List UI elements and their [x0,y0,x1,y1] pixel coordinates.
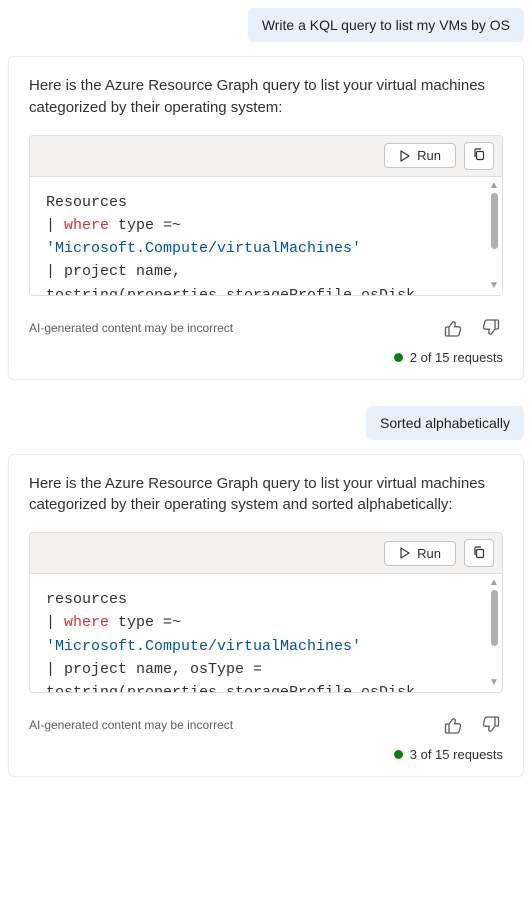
user-message-bubble: Write a KQL query to list my VMs by OS [248,8,524,42]
code-content[interactable]: resources | where type =~ 'Microsoft.Com… [30,574,502,692]
requests-count: 3 of 15 requests [410,747,503,762]
status-dot [394,353,403,362]
run-button-label: Run [417,546,441,561]
play-icon [399,150,411,162]
scroll-thumb[interactable] [491,193,498,249]
disclaimer-text: AI-generated content may be incorrect [29,718,233,732]
user-message-row: Write a KQL query to list my VMs by OS [8,8,524,42]
thumbs-up-icon [443,715,463,735]
thumbs-down-button[interactable] [479,316,503,340]
code-block: Run Resources | where type =~ 'Microsoft… [29,135,503,296]
assistant-text: Here is the Azure Resource Graph query t… [29,75,503,119]
assistant-card: Here is the Azure Resource Graph query t… [8,454,524,778]
scroll-thumb[interactable] [491,590,498,646]
run-button-label: Run [417,148,441,163]
requests-count: 2 of 15 requests [410,350,503,365]
assistant-text: Here is the Azure Resource Graph query t… [29,473,503,517]
status-dot [394,750,403,759]
scroll-down-icon: ▼ [489,678,499,688]
requests-row: 3 of 15 requests [29,747,503,762]
disclaimer-text: AI-generated content may be incorrect [29,321,233,335]
code-body-wrap: Resources | where type =~ 'Microsoft.Com… [30,177,502,295]
disclaimer-row: AI-generated content may be incorrect [29,316,503,340]
copy-icon [472,545,486,562]
scroll-up-icon: ▲ [489,181,499,191]
code-content[interactable]: Resources | where type =~ 'Microsoft.Com… [30,177,502,295]
user-message-text: Sorted alphabetically [380,415,510,431]
feedback-buttons [441,316,503,340]
play-icon [399,547,411,559]
code-header: Run [30,533,502,574]
code-body-wrap: resources | where type =~ 'Microsoft.Com… [30,574,502,692]
user-message-bubble: Sorted alphabetically [366,406,524,440]
copy-button[interactable] [464,142,494,170]
thumbs-up-button[interactable] [441,713,465,737]
copy-button[interactable] [464,539,494,567]
user-message-text: Write a KQL query to list my VMs by OS [262,17,510,33]
scrollbar[interactable]: ▲ ▼ [488,578,500,688]
scroll-up-icon: ▲ [489,578,499,588]
run-button[interactable]: Run [384,143,456,168]
requests-row: 2 of 15 requests [29,350,503,365]
code-block: Run resources | where type =~ 'Microsoft… [29,532,503,693]
disclaimer-row: AI-generated content may be incorrect [29,713,503,737]
thumbs-down-button[interactable] [479,713,503,737]
thumbs-up-button[interactable] [441,316,465,340]
run-button[interactable]: Run [384,541,456,566]
code-header: Run [30,136,502,177]
scrollbar[interactable]: ▲ ▼ [488,181,500,291]
thumbs-down-icon [481,318,501,338]
feedback-buttons [441,713,503,737]
user-message-row: Sorted alphabetically [8,406,524,440]
scroll-down-icon: ▼ [489,281,499,291]
assistant-card: Here is the Azure Resource Graph query t… [8,56,524,380]
copy-icon [472,147,486,164]
thumbs-up-icon [443,318,463,338]
thumbs-down-icon [481,715,501,735]
